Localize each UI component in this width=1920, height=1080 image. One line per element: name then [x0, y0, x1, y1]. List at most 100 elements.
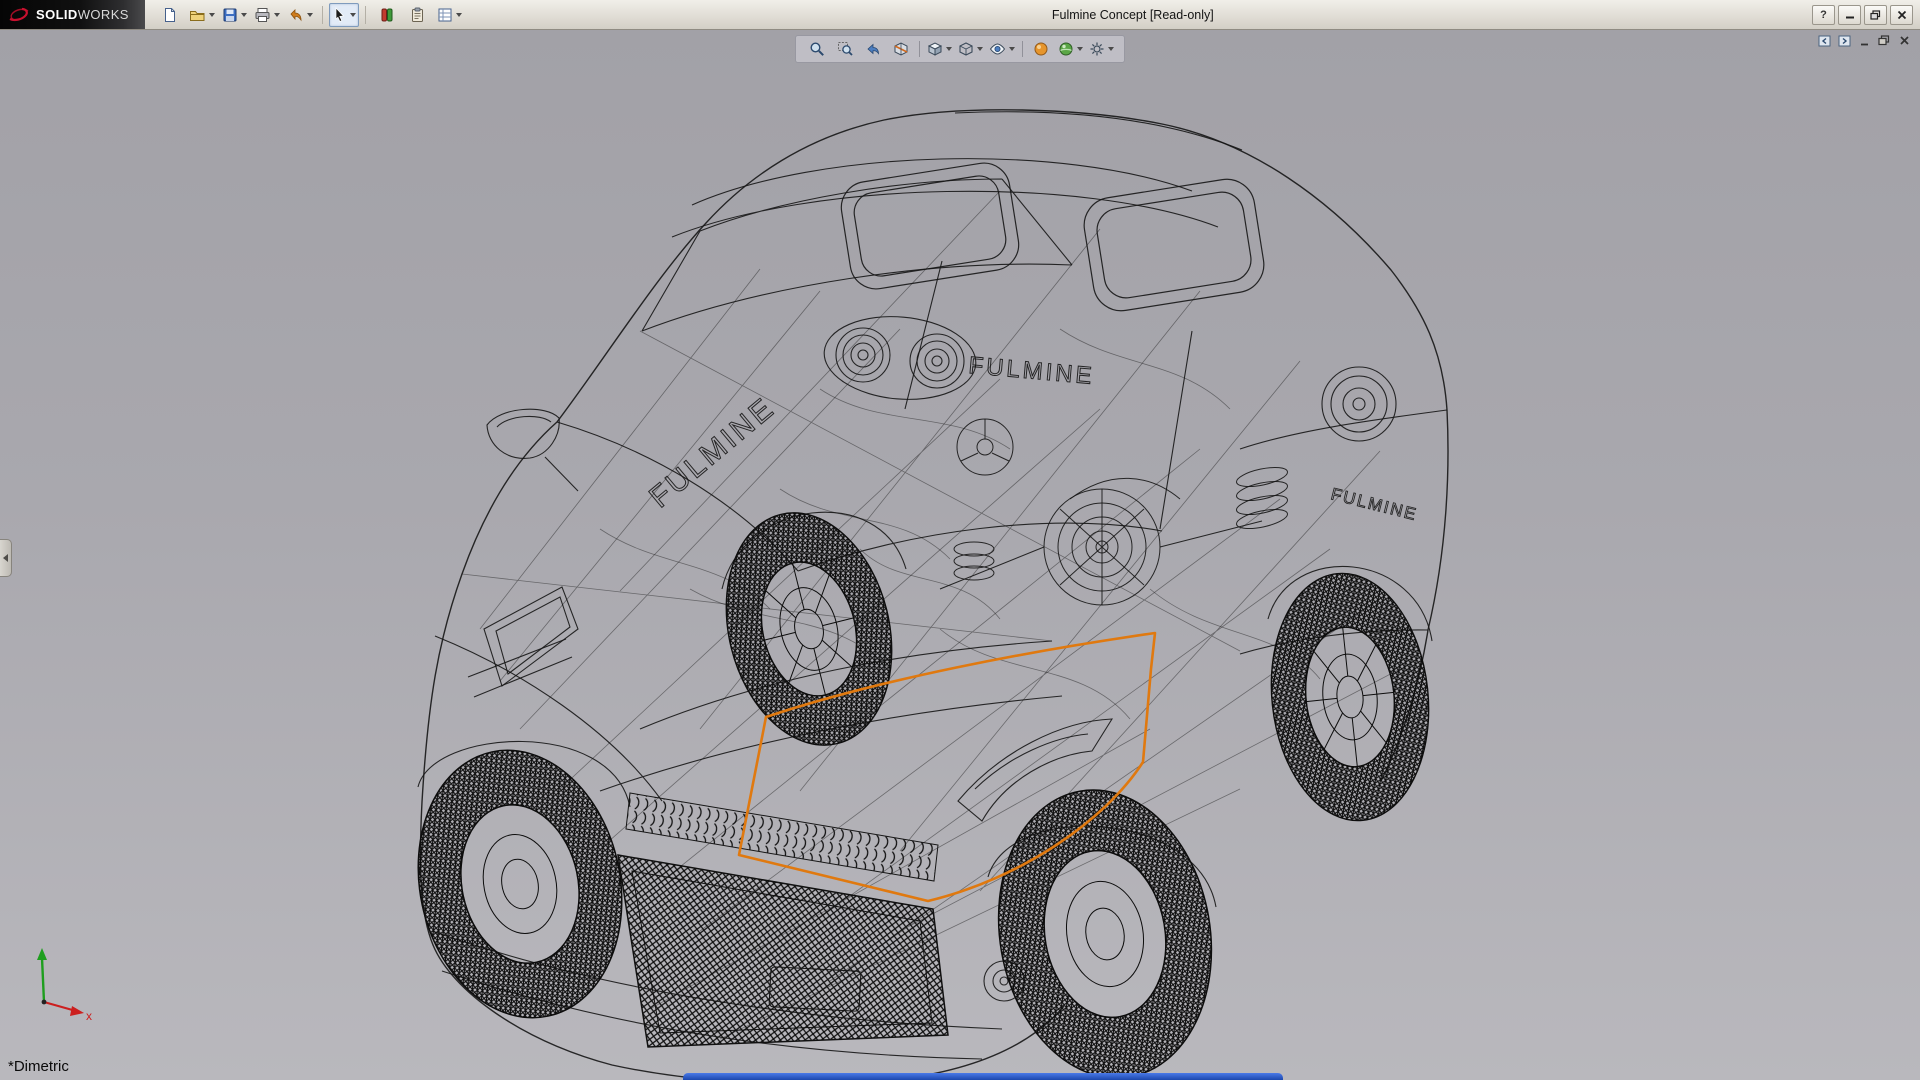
collapse-arrow-icon [3, 554, 8, 562]
titlebar: SOLIDWORKS [0, 0, 1920, 30]
hide-show-items-button[interactable] [987, 38, 1017, 60]
section-view-button[interactable] [888, 38, 914, 60]
headsup-separator [1022, 41, 1023, 57]
magnifier-icon [809, 41, 825, 57]
clipboard-button[interactable] [403, 3, 433, 27]
open-button[interactable] [186, 3, 218, 27]
window-next-icon [1838, 35, 1851, 47]
rear-left-wheel [703, 495, 915, 763]
reference-triad: x [18, 938, 96, 1022]
section-view-icon [893, 41, 909, 57]
brand-light: WORKS [78, 7, 129, 22]
undo-arrow-icon [287, 7, 304, 23]
close-icon [1897, 10, 1907, 20]
minimize-button[interactable] [1838, 5, 1861, 25]
save-dropdown-caret [241, 13, 247, 17]
edit-appearance-button[interactable] [1028, 38, 1054, 60]
apply-scene-caret [1077, 47, 1083, 51]
window-title: Fulmine Concept [Read-only] [1052, 8, 1214, 22]
rear-lights [821, 311, 1396, 441]
front-left-wheel [394, 731, 646, 1037]
zoom-to-fit-button[interactable] [804, 38, 830, 60]
rear-right-wheel [1259, 566, 1440, 829]
close-button[interactable] [1890, 5, 1913, 25]
drivetrain [940, 419, 1289, 605]
close-document-button[interactable] [1896, 33, 1912, 48]
3d-model-wireframe-car[interactable]: FULMINE FULMINE FULMINE [0, 29, 1920, 1080]
properties-dropdown-caret [456, 13, 462, 17]
zoom-to-area-button[interactable] [832, 38, 858, 60]
ds-logo-icon [8, 7, 30, 23]
close-icon [1899, 35, 1910, 46]
hide-show-icon [989, 41, 1006, 57]
scene-sphere-icon [1058, 41, 1074, 57]
new-document-button[interactable] [155, 3, 185, 27]
view-orientation-button[interactable] [925, 38, 954, 60]
front-grille [618, 793, 948, 1047]
view-settings-button[interactable] [1087, 38, 1116, 60]
restore-document-button[interactable] [1876, 33, 1892, 48]
restore-icon [1870, 10, 1881, 20]
select-dropdown-caret [350, 13, 356, 17]
view-orientation-caret [946, 47, 952, 51]
selection-filter-button[interactable] [372, 3, 402, 27]
solidworks-logo: SOLIDWORKS [0, 0, 145, 29]
brand-text: SOLIDWORKS [36, 7, 129, 22]
help-button[interactable]: ? [1812, 5, 1835, 25]
display-style-icon [958, 41, 974, 57]
previous-view-button[interactable] [860, 38, 886, 60]
open-dropdown-caret [209, 13, 215, 17]
open-folder-icon [189, 7, 206, 23]
view-orientation-label: *Dimetric [8, 1058, 69, 1075]
front-right-wheel [976, 773, 1233, 1080]
view-cube-icon [927, 41, 943, 57]
display-style-button[interactable] [956, 38, 985, 60]
feature-panel-collapse-handle[interactable] [0, 539, 12, 577]
display-style-caret [977, 47, 983, 51]
hide-show-caret [1009, 47, 1015, 51]
appearance-sphere-icon [1033, 41, 1049, 57]
printer-icon [254, 7, 271, 23]
triad-x-label: x [86, 1009, 92, 1022]
solidworks-window: SOLIDWORKS [0, 0, 1920, 1080]
save-button[interactable] [219, 3, 250, 27]
restore-button[interactable] [1864, 5, 1887, 25]
select-cursor-icon [332, 7, 347, 23]
car-branding-side: FULMINE [1329, 484, 1420, 524]
previous-view-icon [865, 41, 881, 57]
toolbar-separator [322, 6, 323, 24]
standard-toolbar [155, 3, 465, 27]
window-prev-icon [1818, 35, 1831, 47]
minimize-icon [1859, 36, 1870, 46]
save-floppy-icon [222, 7, 238, 23]
brand-bold: SOLID [36, 7, 78, 22]
help-glyph: ? [1820, 9, 1827, 21]
minimize-icon [1845, 10, 1855, 19]
filter-toggle-icon [380, 7, 394, 23]
print-button[interactable] [251, 3, 283, 27]
left-headlight [468, 587, 578, 697]
next-document-button[interactable] [1836, 33, 1852, 48]
previous-document-button[interactable] [1816, 33, 1832, 48]
magnifier-area-icon [837, 41, 853, 57]
restore-icon [1878, 35, 1890, 46]
view-settings-caret [1108, 47, 1114, 51]
toolbar-separator [365, 6, 366, 24]
undo-dropdown-caret [307, 13, 313, 17]
view-settings-icon [1089, 41, 1105, 57]
clipboard-icon [410, 7, 425, 23]
document-window-controls [1816, 33, 1912, 48]
undo-button[interactable] [284, 3, 316, 27]
minimize-document-button[interactable] [1856, 33, 1872, 48]
properties-button[interactable] [434, 3, 465, 27]
taskbar-strip[interactable] [683, 1073, 1283, 1080]
properties-sheet-icon [437, 7, 453, 23]
headsup-view-toolbar [795, 35, 1125, 63]
graphics-area[interactable]: FULMINE FULMINE FULMINE [0, 29, 1920, 1080]
select-button[interactable] [329, 3, 359, 27]
print-dropdown-caret [274, 13, 280, 17]
headsup-separator [919, 41, 920, 57]
new-document-icon [162, 7, 178, 23]
side-mirror [487, 409, 578, 491]
apply-scene-button[interactable] [1056, 38, 1085, 60]
